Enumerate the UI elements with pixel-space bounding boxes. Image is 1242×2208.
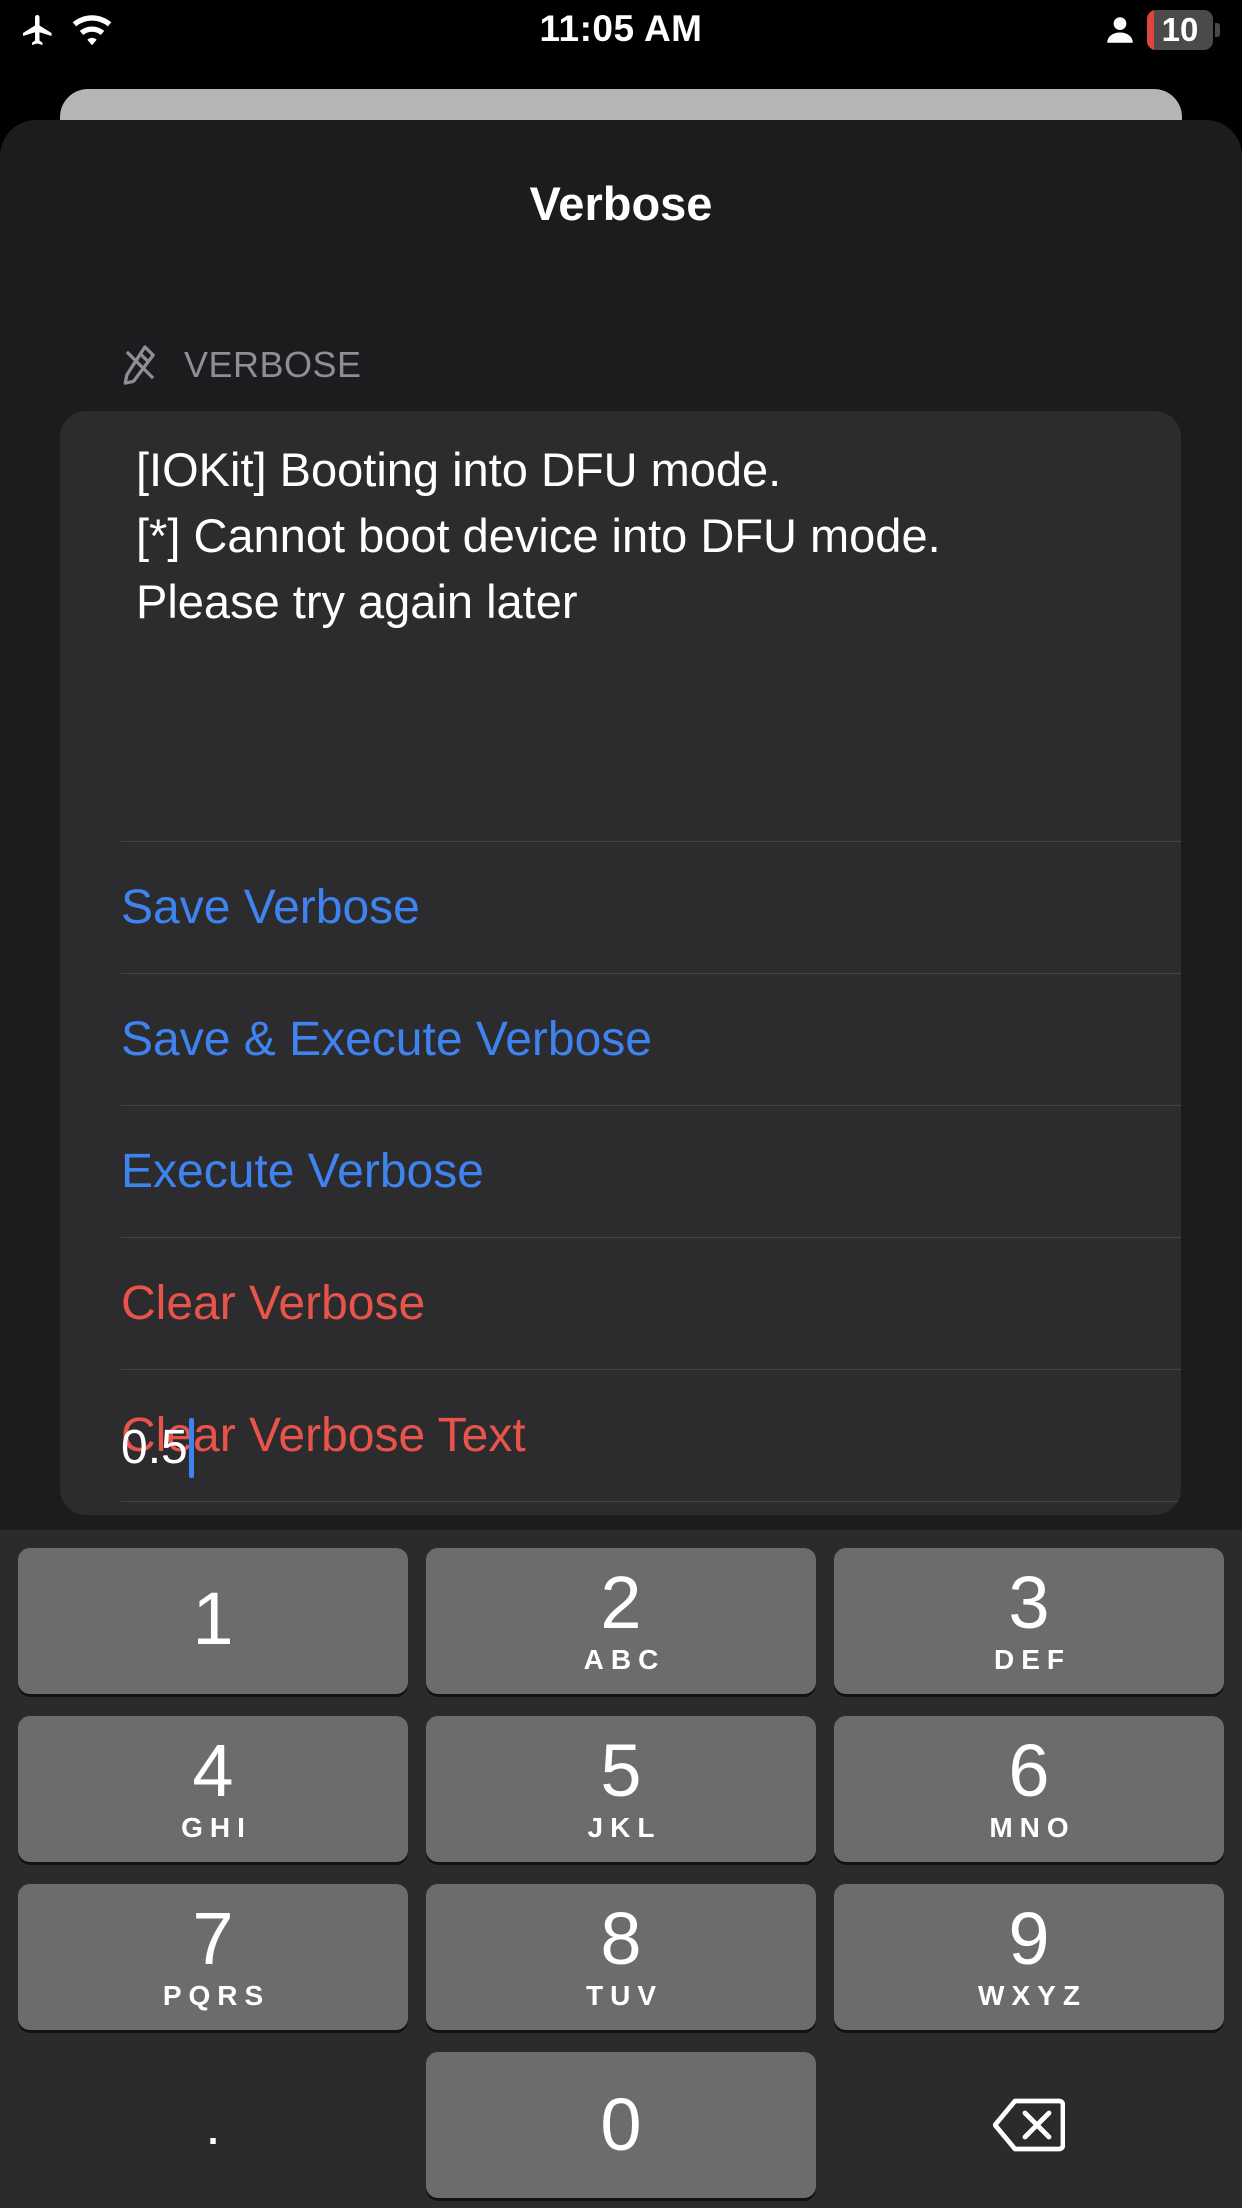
key-digit: 1 xyxy=(192,1577,234,1660)
key-letters: JKL xyxy=(587,1812,662,1843)
key-digit: 9 xyxy=(1008,1897,1050,1980)
text-caret xyxy=(188,1417,194,1478)
delay-input-field[interactable]: 0.5 xyxy=(121,1382,1181,1513)
key-9[interactable]: 9 WXYZ xyxy=(834,1884,1224,2030)
key-letters: DEF xyxy=(994,1644,1071,1675)
section-header-label: VERBOSE xyxy=(184,344,362,385)
key-letters: ABC xyxy=(583,1644,666,1675)
key-digit: 3 xyxy=(1008,1561,1050,1644)
verbose-textview[interactable]: [IOKit] Booting into DFU mode. [*] Canno… xyxy=(136,437,1136,635)
key-3[interactable]: 3 DEF xyxy=(834,1548,1224,1694)
key-letters: WXYZ xyxy=(978,1980,1087,2011)
key-digit: 5 xyxy=(600,1729,642,1812)
key-letters: MNO xyxy=(989,1812,1076,1843)
battery-icon: 10 xyxy=(1147,10,1220,50)
battery-fill xyxy=(1147,10,1154,50)
status-right: 10 xyxy=(1107,10,1220,50)
backspace-icon xyxy=(993,2098,1065,2152)
key-5[interactable]: 5 JKL xyxy=(426,1716,816,1862)
key-0[interactable]: 0 xyxy=(426,2052,816,2198)
key-6[interactable]: 6 MNO xyxy=(834,1716,1224,1862)
key-digit: 0 xyxy=(600,2083,642,2166)
key-decimal[interactable]: . xyxy=(18,2052,408,2198)
execute-verbose-button[interactable]: Execute Verbose xyxy=(121,1106,1181,1237)
key-digit: 2 xyxy=(600,1561,642,1644)
person-icon xyxy=(1107,17,1133,43)
key-digit: 7 xyxy=(192,1897,234,1980)
key-letters: PQRS xyxy=(162,1980,271,2011)
key-letters: TUV xyxy=(586,1980,663,2011)
key-letters: GHI xyxy=(181,1812,252,1843)
save-execute-verbose-button[interactable]: Save & Execute Verbose xyxy=(121,974,1181,1105)
battery-body: 10 xyxy=(1147,10,1213,50)
key-digit: . xyxy=(205,2093,221,2156)
key-8[interactable]: 8 TUV xyxy=(426,1884,816,2030)
key-digit: 6 xyxy=(1008,1729,1050,1812)
verbose-sheet: Verbose VERBOSE [IOKit] Booting into DFU… xyxy=(0,120,1242,1530)
delay-input-value: 0.5 xyxy=(121,1421,188,1474)
clear-verbose-button[interactable]: Clear Verbose xyxy=(121,1238,1181,1369)
delete-key[interactable] xyxy=(834,2052,1224,2198)
key-7[interactable]: 7 PQRS xyxy=(18,1884,408,2030)
numeric-keypad: 1 2 ABC 3 DEF 4 GHI 5 JKL 6 MNO 7 PQRS 8… xyxy=(0,1530,1242,2208)
key-digit: 4 xyxy=(192,1729,234,1812)
key-2[interactable]: 2 ABC xyxy=(426,1548,816,1694)
battery-nub xyxy=(1215,23,1220,37)
key-digit: 8 xyxy=(600,1897,642,1980)
status-bar: 11:05 AM 10 xyxy=(0,0,1242,60)
key-1[interactable]: 1 xyxy=(18,1548,408,1694)
battery-level: 10 xyxy=(1161,11,1199,48)
verbose-card: [IOKit] Booting into DFU mode. [*] Canno… xyxy=(60,411,1181,1515)
key-4[interactable]: 4 GHI xyxy=(18,1716,408,1862)
section-header: VERBOSE xyxy=(120,342,362,388)
pencil-slash-icon xyxy=(123,345,155,385)
save-verbose-button[interactable]: Save Verbose xyxy=(121,842,1181,973)
status-time: 11:05 AM xyxy=(539,8,703,49)
sheet-title: Verbose xyxy=(529,177,713,230)
